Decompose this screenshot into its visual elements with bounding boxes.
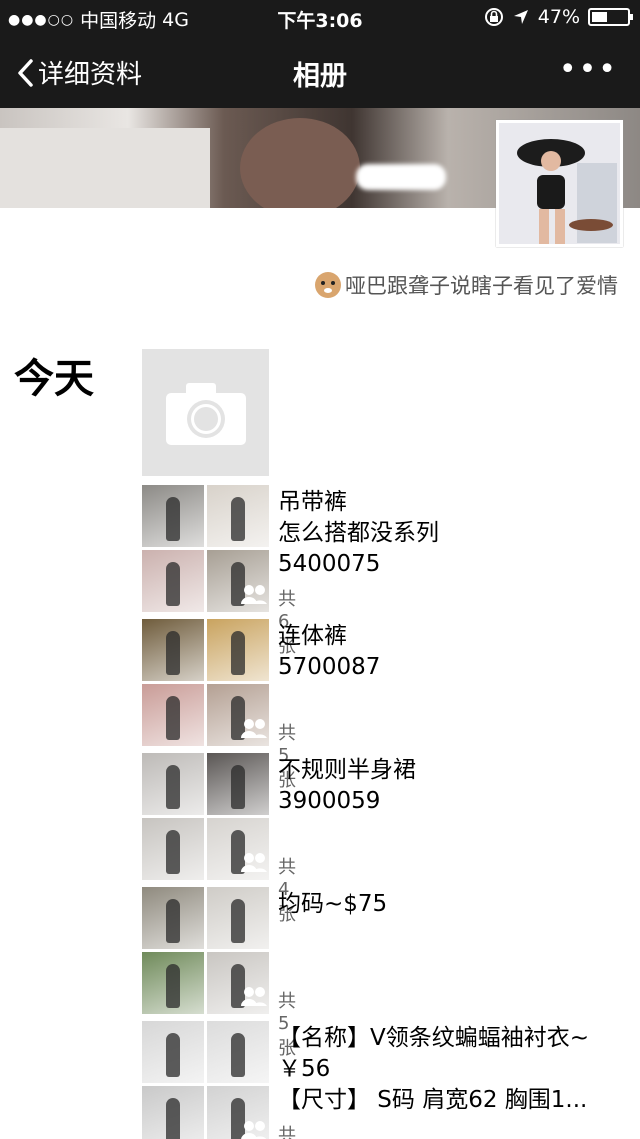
thumbnail-figure <box>166 830 180 874</box>
status-bar: ●●●○○ 中国移动 4G 下午3:06 47% <box>0 0 640 36</box>
cover-photo-detail <box>0 128 210 208</box>
post-thumbnail[interactable] <box>207 619 269 681</box>
battery-percent: 47% <box>537 6 580 28</box>
post-text: 均码~$75 <box>278 889 628 920</box>
post-thumbnail[interactable] <box>207 1021 269 1083</box>
people-icon <box>241 585 267 604</box>
post-thumbnail-grid[interactable] <box>142 485 269 612</box>
post-thumbnail[interactable] <box>142 818 204 880</box>
thumbnail-figure <box>231 497 245 541</box>
post-text-line: 不规则半身裙 <box>278 757 416 783</box>
post-text: 连体裤 5700087 <box>278 621 628 683</box>
post-text-line: 5400075 <box>278 551 381 577</box>
battery-icon <box>588 8 633 26</box>
post-text-line: 5700087 <box>278 654 381 680</box>
people-icon <box>241 853 267 872</box>
location-arrow-icon <box>513 10 528 24</box>
post-text: 【名称】V领条纹蝙蝠袖衬衣~ ￥56 【尺寸】 S码 肩宽62 胸围1... <box>278 1023 628 1116</box>
thumbnail-figure <box>231 631 245 675</box>
post-thumbnail-grid[interactable] <box>142 1021 269 1139</box>
thumbnail-figure <box>166 497 180 541</box>
post-thumbnail[interactable] <box>142 619 204 681</box>
cover-photo-detail <box>240 118 360 208</box>
date-label: 今天 <box>14 356 94 402</box>
post-thumbnail-grid[interactable] <box>142 753 269 880</box>
blurred-name <box>356 164 446 190</box>
thumbnail-figure <box>166 562 180 606</box>
dog-face-icon <box>315 272 341 298</box>
post-thumbnail[interactable] <box>142 1021 204 1083</box>
thumbnail-figure <box>231 765 245 809</box>
thumbnail-figure <box>166 765 180 809</box>
signature-text: 哑巴跟聋子说瞎子看见了爱情 <box>345 274 618 298</box>
post-text-line: 【名称】V领条纹蝙蝠袖衬衣~ <box>278 1025 590 1051</box>
post-text-line: ￥56 <box>278 1056 331 1082</box>
thumbnail-figure <box>166 696 180 740</box>
post-thumbnail-grid[interactable] <box>142 619 269 746</box>
post-thumbnail[interactable] <box>142 952 204 1014</box>
post-text-line: 【尺寸】 S码 肩宽62 胸围1... <box>278 1087 588 1113</box>
lock-rotation-icon <box>484 8 503 26</box>
post-thumbnail[interactable] <box>142 684 204 746</box>
thumbnail-figure <box>166 1098 180 1139</box>
profile-signature: 哑巴跟聋子说瞎子看见了爱情 <box>315 270 618 300</box>
photo-count: 共4张 <box>278 1125 296 1139</box>
post-thumbnail[interactable] <box>207 753 269 815</box>
post-thumbnail[interactable] <box>207 485 269 547</box>
post-text-line: 3900059 <box>278 788 381 814</box>
more-dots-icon: ••• <box>558 52 618 87</box>
more-options-button[interactable]: ••• <box>559 52 618 87</box>
thumbnail-figure <box>231 1033 245 1077</box>
thumbnail-figure <box>166 899 180 943</box>
people-icon <box>241 1121 267 1139</box>
post-thumbnail[interactable] <box>142 1086 204 1139</box>
camera-icon <box>166 383 246 445</box>
avatar-photo <box>499 123 620 244</box>
post-text: 不规则半身裙 3900059 <box>278 755 628 817</box>
post-text-line: 怎么搭都没系列 <box>278 520 439 546</box>
thumbnail-figure <box>166 964 180 1008</box>
thumbnail-figure <box>166 1033 180 1077</box>
post-thumbnail[interactable] <box>142 887 204 949</box>
post-thumbnail-grid[interactable] <box>142 887 269 1014</box>
avatar[interactable] <box>496 120 623 247</box>
thumbnail-figure <box>231 899 245 943</box>
people-icon <box>241 987 267 1006</box>
post-text: 吊带裤怎么搭都没系列 5400075 <box>278 487 628 580</box>
post-text-line: 均码~$75 <box>278 891 388 917</box>
post-thumbnail[interactable] <box>142 485 204 547</box>
thumbnail-figure <box>166 631 180 675</box>
post-text-line: 连体裤 <box>278 623 347 649</box>
post-text-line: 吊带裤 <box>278 489 347 515</box>
nav-bar: 详细资料 相册 ••• <box>0 36 640 108</box>
post-thumbnail[interactable] <box>142 550 204 612</box>
post-thumbnail[interactable] <box>207 887 269 949</box>
post-thumbnail[interactable] <box>142 753 204 815</box>
page-title: 相册 <box>293 61 347 92</box>
add-photo-button[interactable] <box>142 349 269 476</box>
people-icon <box>241 719 267 738</box>
